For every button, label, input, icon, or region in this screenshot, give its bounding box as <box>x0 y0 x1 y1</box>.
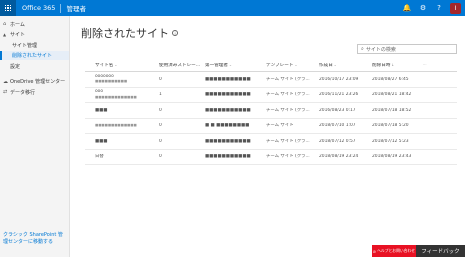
search-input[interactable]: ⌕ サイトの検索 <box>357 44 457 54</box>
app-title: 管理者 <box>66 5 86 13</box>
nav-item-home[interactable]: ⌂ ホーム <box>0 20 69 29</box>
table-row[interactable]: ■■■ 0 ■■■■■■■■■■■ チーム サイト (クラ... 2016/08… <box>85 103 457 119</box>
template-cell: チーム サイト (クラ... <box>266 107 310 113</box>
info-icon[interactable]: i <box>172 30 178 36</box>
site-name-cell: ooo ■■■■■■■■■■■■■ <box>95 89 137 99</box>
migration-icon: ⇄ <box>3 89 8 95</box>
deleted-cell: 2018/07/18 18:52 <box>372 107 412 113</box>
app-launcher-button[interactable] <box>0 0 16 16</box>
column-header-created[interactable]: 作成日⌄ <box>319 63 372 69</box>
deleted-cell: 2018/08/19 23:43 <box>372 154 412 159</box>
nav-label: サイト <box>10 32 26 38</box>
bell-icon[interactable]: 🔔 <box>402 3 412 13</box>
template-cell: チーム サイト (クラ... <box>266 154 310 159</box>
nav-item-onedrive-admin[interactable]: ☁ OneDrive 管理センター <box>0 77 69 86</box>
created-cell: 2018/07/10 1:07 <box>319 123 356 128</box>
storage-cell: 0 <box>159 123 162 128</box>
site-name-cell: ■■■ <box>95 138 108 144</box>
page-title: 削除されたサイト i <box>81 25 178 41</box>
created-cell: 2016/10/17 23:09 <box>319 76 359 82</box>
left-navigation: ⌂ ホーム ▲ サイト サイト管理 削除されたサイト 設定 ☁ OneDrive… <box>0 16 70 257</box>
nav-item-data-migration[interactable]: ⇄ データ移行 <box>0 88 69 97</box>
help-circle-icon: ⊘ <box>372 248 377 254</box>
storage-cell: 0 <box>159 107 162 113</box>
sort-down-icon: ↓ <box>391 62 395 67</box>
admin-cell: ■■■■■■■■■■■ <box>205 107 251 113</box>
template-cell: チーム サイト (クラ... <box>266 76 310 82</box>
admin-cell: ■■■■■■■■■■■ <box>205 154 251 159</box>
table-header: サイト名⌄ 使用済みストレー... 第一管理者⌄ テンプレート⌄ 作成日⌄ 削除… <box>85 60 457 72</box>
table-row[interactable]: ooooooo ■■■■■■■■■■ 0 ■■■■■■■■■■■ チーム サイト… <box>85 72 457 88</box>
table-row[interactable]: 日替 0 ■■■■■■■■■■■ チーム サイト (クラ... 2018/08/… <box>85 150 457 165</box>
storage-cell: 0 <box>159 76 162 82</box>
nav-label: サイト管理 <box>12 42 38 49</box>
feedback-button[interactable]: フィードバック <box>416 245 465 257</box>
avatar[interactable]: I <box>450 2 461 14</box>
admin-cell: ■ ■ ■■■■■■■■ <box>205 123 250 128</box>
nav-item-deleted-sites[interactable]: 削除されたサイト <box>0 51 69 60</box>
site-name-cell: ■■■■■■■■■■■■■ <box>95 123 137 127</box>
chevron-down-icon: ⌄ <box>114 62 118 67</box>
search-placeholder: サイトの検索 <box>365 46 396 53</box>
classic-admin-link[interactable]: クラシック SharePoint 管理センターに移動する <box>3 232 67 246</box>
chevron-down-icon: ⌄ <box>333 62 337 67</box>
deleted-sites-table: サイト名⌄ 使用済みストレー... 第一管理者⌄ テンプレート⌄ 作成日⌄ 削除… <box>85 60 457 165</box>
column-header-deleted[interactable]: 削除日時↓ <box>372 63 422 69</box>
storage-cell: 0 <box>159 138 162 144</box>
created-cell: 2018/07/12 0:57 <box>319 138 356 144</box>
template-cell: チーム サイト (クラ... <box>266 92 310 97</box>
site-name-cell: 日替 <box>95 154 104 159</box>
storage-cell: 0 <box>159 154 162 159</box>
deleted-cell: 2018/08/27 6:45 <box>372 76 409 82</box>
admin-cell: ■■■■■■■■■■■ <box>205 76 251 82</box>
created-cell: 2016/08/23 0:17 <box>319 107 356 113</box>
help-label: ヘルプとお問い合わせ <box>377 248 416 253</box>
deleted-cell: 2018/08/21 18:42 <box>372 92 412 97</box>
suite-bar: Office 365 管理者 🔔 ⚙ ? I <box>0 0 465 16</box>
nav-label: 削除されたサイト <box>12 53 53 59</box>
site-name-cell: ooooooo ■■■■■■■■■■ <box>95 73 128 84</box>
admin-cell: ■■■■■■■■■■■ <box>205 92 251 97</box>
nav-item-settings[interactable]: 設定 <box>0 62 69 71</box>
nav-label: データ移行 <box>10 89 36 96</box>
main-content: 削除されたサイト i ⌕ サイトの検索 サイト名⌄ 使用済みストレー... 第一… <box>71 16 465 257</box>
table-row[interactable]: ■■■■■■■■■■■■■ 0 ■ ■ ■■■■■■■■ チーム サイト 201… <box>85 119 457 134</box>
created-cell: 2018/08/19 23:24 <box>319 154 359 159</box>
nav-label: 設定 <box>10 63 21 70</box>
column-header-site-name[interactable]: サイト名⌄ <box>85 63 159 69</box>
home-icon: ⌂ <box>3 21 7 27</box>
table-row[interactable]: ooo ■■■■■■■■■■■■■ 1 ■■■■■■■■■■■ チーム サイト … <box>85 88 457 103</box>
search-icon: ⌕ <box>361 46 364 52</box>
chevron-down-icon: ⌄ <box>294 62 298 67</box>
brand-divider <box>60 3 62 13</box>
nav-label: ホーム <box>10 21 25 28</box>
table-row[interactable]: ■■■ 0 ■■■■■■■■■■■ チーム サイト (クラ... 2018/07… <box>85 134 457 150</box>
admin-cell: ■■■■■■■■■■■ <box>205 138 251 144</box>
deleted-cell: 2018/07/12 5:23 <box>372 138 409 144</box>
column-header-primary-admin[interactable]: 第一管理者⌄ <box>205 63 266 69</box>
question-icon[interactable]: ? <box>434 3 444 13</box>
storage-cell: 1 <box>159 92 162 97</box>
template-cell: チーム サイト <box>266 123 294 128</box>
created-cell: 2016/11/21 23:26 <box>319 92 359 97</box>
gear-icon[interactable]: ⚙ <box>418 3 428 13</box>
chevron-down-icon: ⌄ <box>228 62 232 67</box>
help-and-support-button[interactable]: ⊘ ヘルプとお問い合わせ <box>372 245 416 257</box>
template-cell: チーム サイト (クラ... <box>266 138 310 144</box>
site-name-cell: ■■■ <box>95 107 108 113</box>
column-options-icon[interactable]: ⋯ <box>422 63 457 69</box>
waffle-icon <box>4 4 12 12</box>
page-title-text: 削除されたサイト <box>81 27 169 40</box>
nav-item-site-management[interactable]: サイト管理 <box>0 41 69 50</box>
chevron-up-icon: ▲ <box>3 32 7 37</box>
nav-item-sites[interactable]: ▲ サイト <box>0 30 69 39</box>
column-header-storage[interactable]: 使用済みストレー... <box>159 63 205 69</box>
column-header-template[interactable]: テンプレート⌄ <box>266 63 319 69</box>
nav-label: OneDrive 管理センター <box>10 79 66 85</box>
deleted-cell: 2018/07/18 5:20 <box>372 123 409 128</box>
office-365-brand[interactable]: Office 365 <box>22 4 55 12</box>
onedrive-icon: ☁ <box>3 78 8 85</box>
